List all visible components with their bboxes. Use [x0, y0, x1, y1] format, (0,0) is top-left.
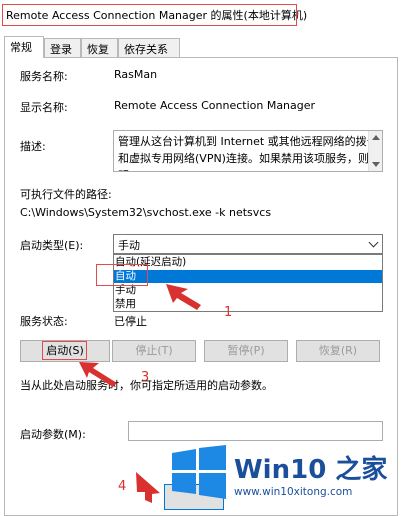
display-name-value: Remote Access Connection Manager — [114, 99, 316, 112]
start-params-input[interactable] — [128, 421, 383, 441]
watermark-url: www.win10xitong.com — [234, 486, 353, 498]
pause-button[interactable]: 暂停(P) — [204, 340, 288, 362]
description-box[interactable]: 管理从这台计算机到 Internet 或其他远程网络的拨号 和虚拟专用网络(VP… — [113, 130, 383, 172]
startup-option-manual[interactable]: 手动 — [114, 284, 382, 297]
resume-button[interactable]: 恢复(R) — [296, 340, 380, 362]
step-number-4: 4 — [118, 479, 127, 494]
description-scrollbar[interactable] — [368, 131, 382, 171]
startup-option-auto-delayed[interactable]: 自动(延迟启动) — [114, 256, 382, 269]
service-status-value: 已停止 — [114, 315, 147, 328]
start-params-label: 启动参数(M): — [20, 428, 86, 441]
service-name-value: RasMan — [114, 68, 158, 81]
windows-logo-icon — [172, 445, 226, 499]
display-name-label: 显示名称: — [20, 101, 68, 114]
startup-type-label: 启动类型(E): — [20, 239, 84, 252]
step-number-1: 1 — [224, 305, 233, 320]
exe-path-label: 可执行文件的路径: — [20, 188, 112, 201]
tab-general[interactable]: 常规 — [4, 36, 44, 58]
startup-type-select[interactable]: 手动 — [113, 234, 383, 254]
scroll-down-icon[interactable] — [372, 162, 380, 167]
description-line-2: 和虚拟专用网络(VPN)连接。如果禁用该项服务，则明 — [118, 152, 369, 171]
tab-logon[interactable]: 登录 — [44, 38, 81, 57]
step-number-3: 3 — [141, 370, 150, 385]
chevron-down-icon[interactable] — [368, 237, 379, 248]
tab-dependencies[interactable]: 依存关系 — [118, 38, 180, 57]
service-status-label: 服务状态: — [20, 315, 68, 328]
exe-path-value: C:\Windows\System32\svchost.exe -k netsv… — [20, 206, 272, 219]
startup-type-value: 手动 — [118, 239, 140, 252]
start-button-highlight-box — [42, 341, 87, 360]
auto-option-highlight-box — [96, 264, 148, 286]
description-label: 描述: — [20, 140, 46, 153]
watermark-brand: Win10 之家 — [234, 455, 388, 485]
service-name-label: 服务名称: — [20, 70, 68, 83]
tab-recovery[interactable]: 恢复 — [81, 38, 118, 57]
watermark: Win10 之家 www.win10xitong.com — [170, 443, 402, 516]
tab-strip: 常规 登录 恢复 依存关系 — [4, 36, 398, 58]
startup-option-disabled[interactable]: 禁用 — [114, 298, 382, 311]
description-line-1: 管理从这台计算机到 Internet 或其他远程网络的拨号 — [118, 135, 378, 148]
title-highlight-box — [2, 4, 297, 26]
scroll-up-icon[interactable] — [372, 135, 380, 140]
startup-option-auto[interactable]: 自动 — [114, 270, 382, 283]
stop-button[interactable]: 停止(T) — [112, 340, 196, 362]
startup-type-dropdown: 自动(延迟启动) 自动 手动 禁用 — [113, 254, 383, 312]
